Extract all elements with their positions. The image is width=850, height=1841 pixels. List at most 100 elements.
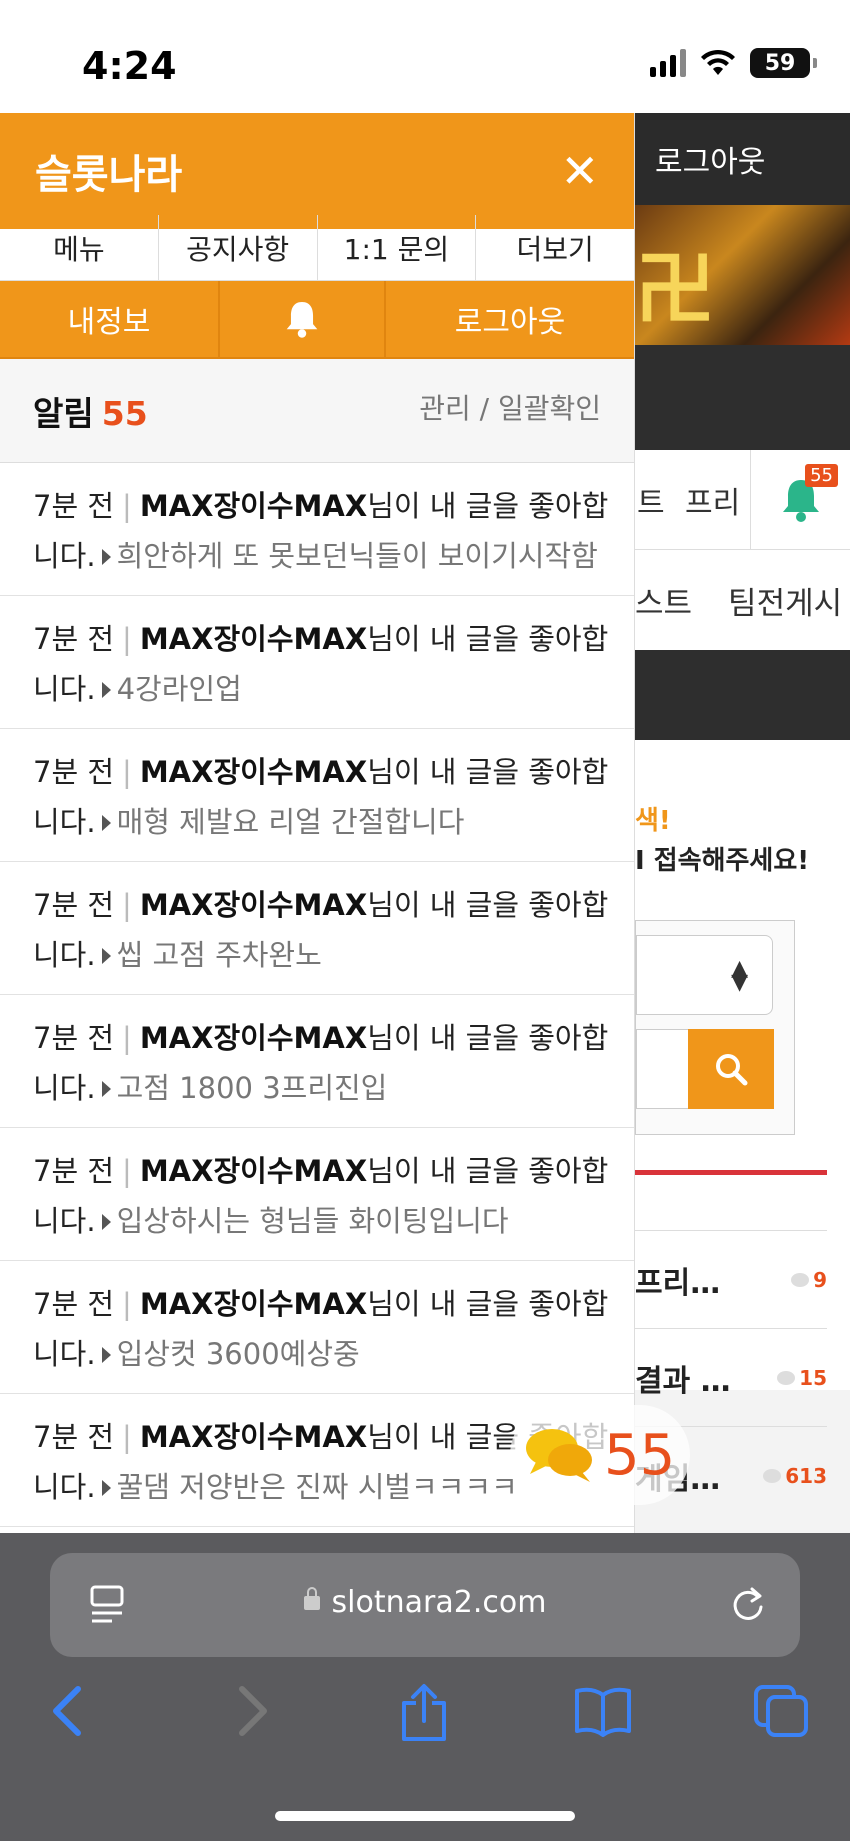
notification-item[interactable]: 7분 전 | MAX장이수MAX님이 내 글을 좋아합 니다. 4강라인업: [0, 596, 634, 729]
bg-search-form: ▲ ▼: [635, 920, 795, 1135]
arrow-right-icon: [101, 948, 111, 964]
notification-post[interactable]: 4강라인업: [117, 672, 242, 706]
bg-bell-button[interactable]: 55: [750, 450, 850, 550]
menu-item-notice[interactable]: 공지사항: [159, 215, 318, 280]
notification-user[interactable]: MAX장이수MAX: [140, 888, 367, 922]
bg-tabs: 스트 팀전게시: [635, 550, 850, 650]
notification-button[interactable]: [220, 281, 386, 357]
browser-toolbar: [0, 1683, 850, 1763]
browser-chrome: slotnara2.com: [0, 1533, 850, 1841]
home-indicator: [275, 1811, 575, 1821]
tabs-icon[interactable]: [752, 1683, 810, 1739]
arrow-right-icon: [101, 815, 111, 831]
bg-tab[interactable]: 스트: [635, 578, 692, 623]
arrow-right-icon: [101, 682, 111, 698]
bg-post-title: 프리…: [635, 1265, 721, 1301]
logout-button[interactable]: 로그아웃: [386, 281, 634, 357]
forward-icon[interactable]: [232, 1683, 272, 1739]
bg-tab[interactable]: 팀전게시: [728, 578, 842, 623]
bg-search-input[interactable]: [636, 1029, 696, 1109]
menu-item-more[interactable]: 더보기: [476, 215, 634, 280]
menu-item[interactable]: 메뉴: [0, 215, 159, 280]
reload-icon[interactable]: [728, 1583, 768, 1627]
status-time: 4:24: [82, 44, 177, 88]
notification-user[interactable]: MAX장이수MAX: [140, 755, 367, 789]
notification-user[interactable]: MAX장이수MAX: [140, 1021, 367, 1055]
share-icon[interactable]: [398, 1683, 450, 1743]
site-title[interactable]: 슬롯나라: [35, 142, 182, 200]
arrow-right-icon: [101, 549, 111, 565]
menu-item-inquiry[interactable]: 1:1 문의: [318, 215, 477, 280]
notification-user[interactable]: MAX장이수MAX: [140, 1154, 367, 1188]
alarm-title: 알림 55: [33, 393, 148, 433]
bg-select[interactable]: ▲ ▼: [636, 935, 773, 1015]
bg-dark-strip: [635, 650, 850, 740]
bg-divider: [635, 1170, 827, 1175]
chat-count: 55: [604, 1422, 676, 1488]
notification-post[interactable]: 입상컷 3600예상중: [117, 1337, 360, 1371]
my-info-button[interactable]: 내정보: [0, 281, 220, 357]
notification-item[interactable]: 7분 전 | MAX장이수MAX님이 내 글을 좋아합 니다. 입상컷 3600예상중: [0, 1261, 634, 1394]
bg-nav: 트 프리 55: [635, 450, 850, 550]
notification-post[interactable]: 꿀댐 저양반은 진짜 시벌ㅋㅋㅋㅋ: [117, 1470, 518, 1504]
comment-count: 15: [777, 1366, 827, 1390]
notification-item[interactable]: 7분 전 | MAX장이수MAX님이 내 글을 좋아합 니다. 입상하시는 형님들 화…: [0, 1128, 634, 1261]
comment-icon: [777, 1370, 796, 1385]
alarm-count: 55: [101, 393, 148, 433]
comment-icon: [763, 1468, 782, 1483]
arrow-right-icon: [101, 1347, 111, 1363]
bg-topbar: 로그아웃: [635, 113, 850, 205]
search-icon: [716, 1054, 748, 1086]
notification-post[interactable]: 씹 고점 주차완노: [117, 938, 322, 972]
comment-count: 613: [763, 1464, 827, 1488]
panel-menu: 메뉴 공지사항 1:1 문의 더보기: [0, 215, 634, 281]
battery-icon: 59: [750, 48, 817, 78]
bookmarks-icon[interactable]: [573, 1683, 633, 1739]
bg-nav-item[interactable]: 프리: [685, 478, 740, 522]
panel-actions: 내정보 로그아웃: [0, 281, 634, 359]
notification-user[interactable]: MAX장이수MAX: [140, 1287, 367, 1321]
notification-item[interactable]: 7분 전 | MAX장이수MAX님이 내 글을 좋아합 니다. 고점 1800 3프리…: [0, 995, 634, 1128]
floating-chat-button[interactable]: 55: [510, 1405, 690, 1505]
bell-badge: 55: [805, 464, 838, 487]
bg-notice-line: I 접속해주세요!: [635, 846, 810, 876]
notification-post[interactable]: 매형 제발요 리얼 간절합니다: [117, 805, 465, 839]
panel-header: 슬롯나라 ✕: [0, 113, 634, 229]
bg-logout-link[interactable]: 로그아웃: [655, 137, 765, 181]
status-bar: 4:24 59: [0, 0, 850, 113]
notification-post[interactable]: 입상하시는 형님들 화이팅입니다: [117, 1204, 509, 1238]
bg-nav-item[interactable]: 트: [635, 478, 665, 522]
arrow-right-icon: [101, 1081, 111, 1097]
banner-art: 卍: [635, 243, 715, 336]
notification-user[interactable]: MAX장이수MAX: [140, 489, 367, 523]
alarm-header: 알림 55 관리 / 일괄확인: [0, 359, 634, 463]
wifi-icon: [701, 49, 735, 75]
bg-post-title: 결과 …: [635, 1363, 731, 1399]
notification-user[interactable]: MAX장이수MAX: [140, 1420, 367, 1454]
notification-item[interactable]: 7분 전 | MAX장이수MAX님이 내 글을 좋아합 니다. 희안하게 또 못보던닉…: [0, 463, 634, 596]
bg-search-button[interactable]: [688, 1029, 774, 1109]
notification-item[interactable]: 7분 전 | MAX장이수MAX님이 내 글을 좋아합 니다. 씹 고점 주차완노: [0, 862, 634, 995]
address-bar[interactable]: slotnara2.com: [50, 1553, 800, 1657]
arrow-right-icon: [101, 1480, 111, 1496]
notification-item[interactable]: 7분 전 | MAX장이수MAX님이 내 글을 좋아합 니다. 매형 제발요 리얼 간…: [0, 729, 634, 862]
arrow-right-icon: [101, 1214, 111, 1230]
comment-icon: [791, 1272, 810, 1287]
notification-user[interactable]: MAX장이수MAX: [140, 622, 367, 656]
bg-post-row[interactable]: 프리… 9: [635, 1230, 827, 1328]
comment-count: 9: [791, 1268, 827, 1292]
bg-banner-image[interactable]: 卍: [635, 205, 850, 345]
chat-bubbles-icon: [526, 1429, 592, 1482]
alarm-manage-link[interactable]: 관리 / 일괄확인: [419, 387, 601, 427]
bell-icon: [286, 302, 318, 338]
notification-post[interactable]: 고점 1800 3프리진입: [117, 1071, 388, 1105]
notification-post[interactable]: 희안하게 또 못보던닉들이 보이기시작함: [117, 539, 598, 573]
bg-notice-line: 색!: [635, 806, 671, 836]
background-site: 로그아웃 卍 트 프리 55 스트 팀전게시 색! I 접속해주세요! ▲▼: [635, 113, 850, 1533]
back-icon[interactable]: [48, 1683, 88, 1739]
side-panel: 슬롯나라 ✕ 메뉴 공지사항 1:1 문의 더보기 내정보 로그아웃 알림 55 …: [0, 113, 635, 1533]
url-text[interactable]: slotnara2.com: [50, 1585, 800, 1620]
close-button[interactable]: ✕: [560, 148, 599, 194]
lock-icon: [303, 1587, 320, 1610]
bg-dark-strip: [635, 345, 850, 450]
